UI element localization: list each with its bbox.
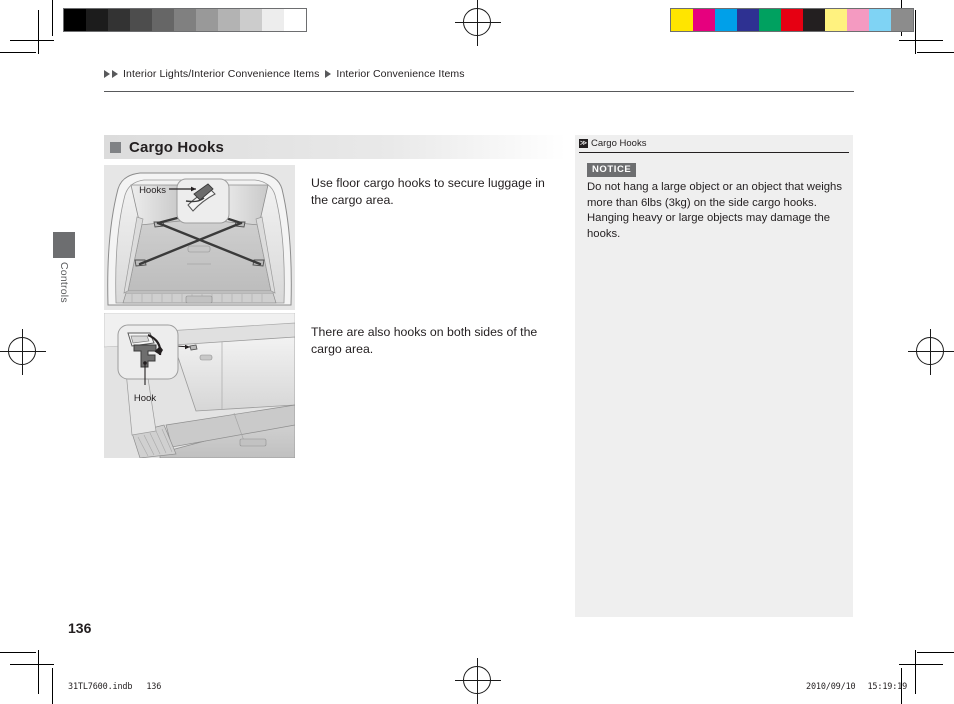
double-chevron-icon: ≫ [579, 139, 588, 148]
color-calibration-bar [670, 8, 914, 32]
calibration-swatch-7 [218, 9, 240, 31]
side-cargo-hook-figure: Hook [104, 313, 295, 458]
calibration-swatch-0 [671, 9, 693, 31]
registration-cross-icon-top [455, 0, 501, 46]
footer-date: 2010/09/10 [806, 682, 856, 692]
grayscale-calibration-bar [63, 8, 307, 32]
footer-file-page: 136 [146, 682, 162, 692]
notice-text: Do not hang a large object or an object … [587, 181, 842, 240]
calibration-swatch-8 [847, 9, 869, 31]
sidebar-note-header: ≫ Cargo Hooks [575, 135, 853, 151]
page-title: Cargo Hooks [129, 138, 224, 156]
calibration-swatch-5 [781, 9, 803, 31]
calibration-swatch-4 [759, 9, 781, 31]
calibration-swatch-2 [108, 9, 130, 31]
footer-time: 15:19:19 [867, 682, 908, 692]
chapter-tab-label: Controls [58, 262, 70, 303]
calibration-swatch-9 [262, 9, 284, 31]
footer-timestamp: 2010/09/10 15:19:19 [806, 682, 907, 692]
breadcrumb: Interior Lights/Interior Convenience Ite… [104, 68, 854, 80]
calibration-swatch-6 [803, 9, 825, 31]
page-number: 136 [68, 620, 92, 636]
body-paragraph-2: There are also hooks on both sides of th… [311, 325, 538, 357]
footer-file-info: 31TL7600.indb 136 [68, 682, 161, 692]
breadcrumb-item-parent[interactable]: Interior Lights/Interior Convenience Ite… [123, 68, 319, 80]
calibration-swatch-1 [693, 9, 715, 31]
breadcrumb-item-current[interactable]: Interior Convenience Items [336, 68, 464, 80]
calibration-swatch-5 [174, 9, 196, 31]
calibration-swatch-2 [715, 9, 737, 31]
figure-label-hooks: Hooks [139, 185, 166, 196]
triangle-right-icon [104, 70, 110, 78]
registration-cross-icon-left [0, 329, 46, 375]
body-paragraph-1: Use floor cargo hooks to secure luggage … [311, 176, 545, 208]
cargo-area-floor-hooks-figure: Hooks [104, 165, 295, 310]
calibration-swatch-3 [737, 9, 759, 31]
figure-label-hook: Hook [134, 393, 156, 404]
calibration-swatch-6 [196, 9, 218, 31]
chapter-tab-marker [53, 232, 75, 258]
breadcrumb-divider [104, 91, 854, 92]
footer-file-name: 31TL7600.indb [68, 682, 133, 692]
square-bullet-icon [110, 141, 121, 153]
calibration-swatch-1 [86, 9, 108, 31]
sidebar-note-title: Cargo Hooks [591, 138, 647, 149]
registration-cross-icon-bottom [455, 658, 501, 704]
section-heading: Cargo Hooks [104, 135, 566, 159]
triangle-right-icon [112, 70, 118, 78]
calibration-swatch-10 [891, 9, 913, 31]
calibration-swatch-3 [130, 9, 152, 31]
calibration-swatch-0 [64, 9, 86, 31]
calibration-swatch-7 [825, 9, 847, 31]
triangle-right-icon [325, 70, 332, 78]
sidebar-note-panel: ≫ Cargo Hooks NOTICE Do not hang a large… [575, 135, 853, 617]
calibration-swatch-10 [284, 9, 306, 31]
calibration-swatch-9 [869, 9, 891, 31]
calibration-swatch-4 [152, 9, 174, 31]
status-badge: NOTICE [587, 163, 637, 177]
calibration-swatch-8 [240, 9, 262, 31]
registration-cross-icon-right [908, 329, 954, 375]
